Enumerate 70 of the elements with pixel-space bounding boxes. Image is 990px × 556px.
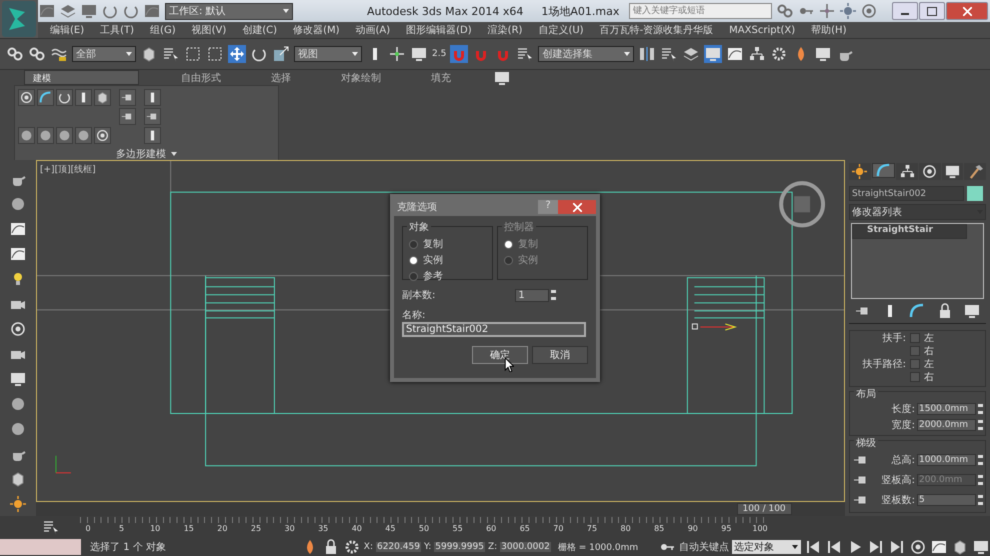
menu-item[interactable]: 图形编辑器(D) bbox=[406, 23, 472, 37]
menu-item[interactable]: 视图(V) bbox=[192, 23, 226, 37]
menu-item[interactable]: 百万瓦特-资源收集丹华版 bbox=[600, 23, 714, 37]
auto-key-button[interactable]: 自动关键点 bbox=[678, 540, 729, 554]
viewport-label[interactable]: [+][顶][线框] bbox=[40, 163, 96, 176]
checkbox[interactable]: 右 bbox=[910, 344, 934, 358]
grid-size: 栅格 = 1000.0mm bbox=[558, 542, 640, 554]
coordinate-field[interactable]: 5999.9995 bbox=[434, 542, 485, 552]
checkbox[interactable]: 左 bbox=[910, 330, 934, 344]
menu-item[interactable]: 帮助(H) bbox=[811, 23, 846, 37]
file-name: 1场地A01.max bbox=[541, 4, 620, 18]
workspace-dropdown[interactable]: 工作区: 默认 bbox=[165, 2, 293, 20]
name-field[interactable]: StraightStair002 bbox=[402, 322, 586, 337]
ribbon-tab[interactable]: 选择 bbox=[263, 70, 299, 86]
radio-button[interactable]: 复制 bbox=[409, 237, 492, 251]
panel-label[interactable]: 多边形建模 bbox=[116, 147, 166, 161]
parameter-label: 宽度: bbox=[890, 418, 915, 432]
snap-toggle[interactable]: 2.5 bbox=[432, 49, 446, 59]
parameter-spinner[interactable]: 2000.0mm bbox=[917, 419, 976, 431]
parameter-spinner[interactable]: 1000.0mm bbox=[917, 454, 976, 466]
menu-item[interactable]: MAXScript(X) bbox=[729, 24, 796, 36]
checkbox[interactable]: 右 bbox=[910, 370, 934, 384]
parameter-label: 竖板数: bbox=[880, 494, 915, 507]
railing-label: 扶手: bbox=[882, 332, 907, 344]
ribbon-tab[interactable]: 对象绘制 bbox=[333, 70, 389, 86]
ribbon-tab[interactable]: 建模 bbox=[24, 70, 139, 85]
window-title: Autodesk 3ds Max 2014 x64 bbox=[367, 4, 524, 18]
menu-item[interactable]: 工具(T) bbox=[100, 23, 134, 37]
search-field[interactable]: 键入关键字或短语 bbox=[629, 3, 772, 19]
menu-item[interactable]: 编辑(E) bbox=[50, 23, 84, 37]
object-name-field[interactable]: StraightStair002 bbox=[849, 186, 964, 201]
railing-label: 扶手路径: bbox=[862, 358, 907, 370]
status-message: 选择了 1 个 对象 bbox=[89, 540, 167, 554]
parameter-label: 总高: bbox=[890, 454, 915, 467]
group-title: 布局 bbox=[854, 387, 878, 401]
parameter-label: 长度: bbox=[890, 402, 915, 416]
group-label: 对象 bbox=[407, 220, 431, 234]
selection-filter-dropdown[interactable]: 全部 bbox=[72, 46, 136, 62]
named-selection-dropdown[interactable]: 创建选择集 bbox=[538, 46, 634, 62]
radio-button[interactable]: 实例 bbox=[409, 253, 492, 267]
modifier-list-dropdown[interactable]: 修改器列表 bbox=[849, 204, 986, 220]
menu-item[interactable]: 创建(C) bbox=[242, 23, 278, 37]
ribbon-tab[interactable]: 自由形式 bbox=[173, 70, 229, 86]
menu-item[interactable]: 渲染(R) bbox=[488, 23, 522, 37]
reference-coordinate-dropdown[interactable]: 视图 bbox=[294, 46, 362, 62]
menu-item[interactable]: 自定义(U) bbox=[538, 23, 584, 37]
coordinate-field[interactable]: 6220.459 bbox=[376, 542, 421, 552]
radio-button[interactable]: 参考 bbox=[409, 269, 492, 283]
time-slider[interactable]: 100 / 100 bbox=[36, 502, 845, 516]
menu-item[interactable]: 组(G) bbox=[150, 23, 176, 37]
coordinate-field[interactable]: 3000.0002 bbox=[500, 542, 551, 552]
menu-item[interactable]: 动画(A) bbox=[356, 23, 390, 37]
stack-item[interactable]: StraightStair bbox=[852, 224, 967, 239]
coordinate-label: Z: bbox=[488, 542, 498, 552]
name-label: 名称: bbox=[402, 309, 426, 322]
ribbon-tab[interactable]: 填充 bbox=[423, 70, 459, 86]
dialog-button[interactable]: 取消 bbox=[532, 346, 588, 364]
key-filter-dropdown[interactable]: 选定对象 bbox=[732, 540, 801, 554]
parameter-spinner[interactable]: 1500.0mm bbox=[917, 403, 976, 415]
coordinate-label: Y: bbox=[424, 542, 432, 552]
group-title: 梯级 bbox=[854, 436, 878, 450]
menu-item[interactable]: 修改器(M) bbox=[293, 23, 340, 37]
parameter-label: 竖板高: bbox=[880, 474, 915, 487]
checkbox[interactable]: 左 bbox=[910, 356, 934, 370]
copies-label: 副本数: bbox=[402, 288, 436, 302]
group-label: 控制器 bbox=[502, 220, 536, 234]
dialog-title: 克隆选项 bbox=[397, 200, 437, 214]
parameter-spinner[interactable]: 5 bbox=[917, 494, 976, 506]
coordinate-label: X: bbox=[364, 542, 373, 552]
time-slider-thumb[interactable]: 100 / 100 bbox=[736, 503, 792, 515]
